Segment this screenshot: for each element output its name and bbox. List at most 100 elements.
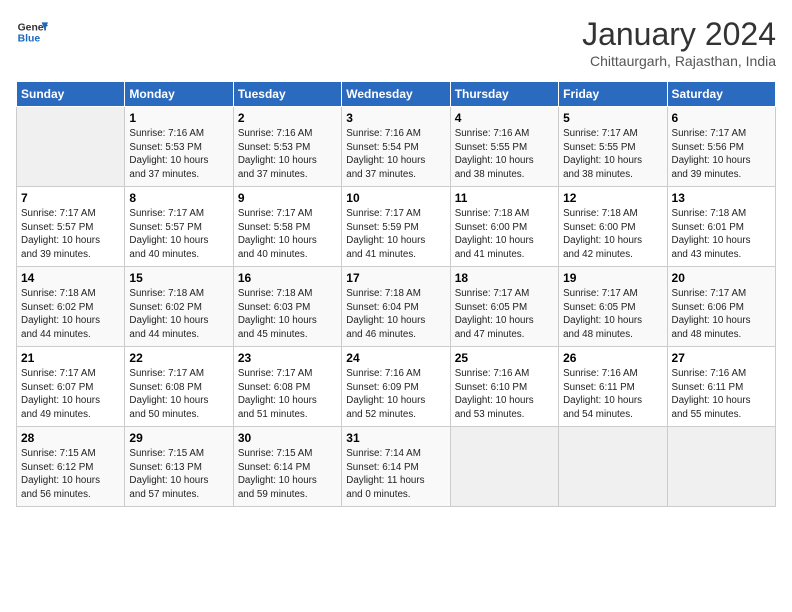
calendar-cell: 13 Sunrise: 7:18 AM Sunset: 6:01 PM Dayli… [667, 187, 775, 267]
day-info: Sunrise: 7:17 AM Sunset: 5:59 PM Dayligh… [346, 207, 445, 262]
day-info: Sunrise: 7:16 AM Sunset: 5:53 PM Dayligh… [238, 127, 337, 182]
day-number: 4 [455, 111, 554, 125]
day-info: Sunrise: 7:18 AM Sunset: 6:04 PM Dayligh… [346, 287, 445, 342]
calendar-cell: 19 Sunrise: 7:17 AM Sunset: 6:05 PM Dayli… [559, 267, 667, 347]
calendar-cell: 2Sunrise: 7:16 AM Sunset: 5:53 PM Daylig… [233, 107, 341, 187]
day-info: Sunrise: 7:17 AM Sunset: 6:08 PM Dayligh… [129, 367, 228, 422]
day-number: 8 [129, 191, 228, 205]
day-info: Sunrise: 7:16 AM Sunset: 6:10 PM Dayligh… [455, 367, 554, 422]
day-info: Sunrise: 7:18 AM Sunset: 6:03 PM Dayligh… [238, 287, 337, 342]
day-info: Sunrise: 7:18 AM Sunset: 6:00 PM Dayligh… [563, 207, 662, 262]
calendar-cell [17, 107, 125, 187]
weekday-header: Monday [125, 82, 233, 107]
weekday-header: Friday [559, 82, 667, 107]
day-number: 20 [672, 271, 771, 285]
calendar-cell: 27 Sunrise: 7:16 AM Sunset: 6:11 PM Dayli… [667, 347, 775, 427]
day-info: Sunrise: 7:16 AM Sunset: 5:55 PM Dayligh… [455, 127, 554, 182]
day-number: 22 [129, 351, 228, 365]
day-number: 31 [346, 431, 445, 445]
calendar-cell: 23 Sunrise: 7:17 AM Sunset: 6:08 PM Dayli… [233, 347, 341, 427]
day-info: Sunrise: 7:18 AM Sunset: 6:02 PM Dayligh… [129, 287, 228, 342]
logo-icon: General Blue [16, 16, 48, 48]
day-info: Sunrise: 7:17 AM Sunset: 6:07 PM Dayligh… [21, 367, 120, 422]
day-number: 21 [21, 351, 120, 365]
calendar-cell: 21 Sunrise: 7:17 AM Sunset: 6:07 PM Dayli… [17, 347, 125, 427]
day-number: 17 [346, 271, 445, 285]
day-number: 12 [563, 191, 662, 205]
calendar-cell: 29Sunrise: 7:15 AM Sunset: 6:13 PM Dayli… [125, 427, 233, 507]
calendar-cell: 11 Sunrise: 7:18 AM Sunset: 6:00 PM Dayli… [450, 187, 558, 267]
calendar-cell: 3 Sunrise: 7:16 AM Sunset: 5:54 PM Daylig… [342, 107, 450, 187]
month-title: January 2024 [582, 16, 776, 53]
day-number: 23 [238, 351, 337, 365]
day-info: Sunrise: 7:17 AM Sunset: 5:55 PM Dayligh… [563, 127, 662, 182]
weekday-header: Tuesday [233, 82, 341, 107]
calendar-cell: 28 Sunrise: 7:15 AM Sunset: 6:12 PM Dayli… [17, 427, 125, 507]
day-number: 16 [238, 271, 337, 285]
calendar-cell: 6Sunrise: 7:17 AM Sunset: 5:56 PM Daylig… [667, 107, 775, 187]
day-number: 15 [129, 271, 228, 285]
day-number: 10 [346, 191, 445, 205]
day-info: Sunrise: 7:17 AM Sunset: 6:08 PM Dayligh… [238, 367, 337, 422]
calendar-cell: 15 Sunrise: 7:18 AM Sunset: 6:02 PM Dayli… [125, 267, 233, 347]
day-info: Sunrise: 7:18 AM Sunset: 6:01 PM Dayligh… [672, 207, 771, 262]
day-info: Sunrise: 7:17 AM Sunset: 5:57 PM Dayligh… [21, 207, 120, 262]
calendar-cell: 14 Sunrise: 7:18 AM Sunset: 6:02 PM Dayli… [17, 267, 125, 347]
day-info: Sunrise: 7:18 AM Sunset: 6:02 PM Dayligh… [21, 287, 120, 342]
calendar-cell: 4 Sunrise: 7:16 AM Sunset: 5:55 PM Daylig… [450, 107, 558, 187]
day-info: Sunrise: 7:14 AM Sunset: 6:14 PM Dayligh… [346, 447, 445, 502]
svg-text:Blue: Blue [18, 34, 41, 45]
weekday-header: Thursday [450, 82, 558, 107]
calendar-cell [667, 427, 775, 507]
day-info: Sunrise: 7:17 AM Sunset: 6:05 PM Dayligh… [563, 287, 662, 342]
calendar-cell: 9Sunrise: 7:17 AM Sunset: 5:58 PM Daylig… [233, 187, 341, 267]
weekday-header: Sunday [17, 82, 125, 107]
calendar-cell: 7 Sunrise: 7:17 AM Sunset: 5:57 PM Daylig… [17, 187, 125, 267]
calendar-cell: 31 Sunrise: 7:14 AM Sunset: 6:14 PM Dayli… [342, 427, 450, 507]
calendar-cell: 18Sunrise: 7:17 AM Sunset: 6:05 PM Dayli… [450, 267, 558, 347]
day-number: 6 [672, 111, 771, 125]
day-number: 25 [455, 351, 554, 365]
day-number: 7 [21, 191, 120, 205]
day-info: Sunrise: 7:17 AM Sunset: 6:05 PM Dayligh… [455, 287, 554, 342]
day-number: 28 [21, 431, 120, 445]
day-number: 27 [672, 351, 771, 365]
calendar-cell: 16 Sunrise: 7:18 AM Sunset: 6:03 PM Dayli… [233, 267, 341, 347]
day-info: Sunrise: 7:15 AM Sunset: 6:12 PM Dayligh… [21, 447, 120, 502]
day-number: 26 [563, 351, 662, 365]
calendar-cell: 30Sunrise: 7:15 AM Sunset: 6:14 PM Dayli… [233, 427, 341, 507]
calendar-cell: 24Sunrise: 7:16 AM Sunset: 6:09 PM Dayli… [342, 347, 450, 427]
calendar-cell: 8 Sunrise: 7:17 AM Sunset: 5:57 PM Daylig… [125, 187, 233, 267]
day-info: Sunrise: 7:18 AM Sunset: 6:00 PM Dayligh… [455, 207, 554, 262]
day-number: 9 [238, 191, 337, 205]
day-info: Sunrise: 7:16 AM Sunset: 6:09 PM Dayligh… [346, 367, 445, 422]
day-number: 3 [346, 111, 445, 125]
calendar-cell: 26 Sunrise: 7:16 AM Sunset: 6:11 PM Dayli… [559, 347, 667, 427]
day-info: Sunrise: 7:17 AM Sunset: 5:57 PM Dayligh… [129, 207, 228, 262]
day-info: Sunrise: 7:16 AM Sunset: 5:53 PM Dayligh… [129, 127, 228, 182]
day-number: 30 [238, 431, 337, 445]
day-info: Sunrise: 7:16 AM Sunset: 5:54 PM Dayligh… [346, 127, 445, 182]
day-info: Sunrise: 7:17 AM Sunset: 6:06 PM Dayligh… [672, 287, 771, 342]
logo: General Blue [16, 16, 48, 48]
page-header: General Blue January 2024 Chittaurgarh, … [16, 16, 776, 69]
calendar-cell: 25 Sunrise: 7:16 AM Sunset: 6:10 PM Dayli… [450, 347, 558, 427]
calendar-cell [450, 427, 558, 507]
day-number: 14 [21, 271, 120, 285]
day-number: 13 [672, 191, 771, 205]
title-block: January 2024 Chittaurgarh, Rajasthan, In… [582, 16, 776, 69]
day-info: Sunrise: 7:16 AM Sunset: 6:11 PM Dayligh… [563, 367, 662, 422]
calendar-cell: 10 Sunrise: 7:17 AM Sunset: 5:59 PM Dayli… [342, 187, 450, 267]
day-number: 5 [563, 111, 662, 125]
day-info: Sunrise: 7:16 AM Sunset: 6:11 PM Dayligh… [672, 367, 771, 422]
day-number: 11 [455, 191, 554, 205]
calendar-cell: 22 Sunrise: 7:17 AM Sunset: 6:08 PM Dayli… [125, 347, 233, 427]
calendar-cell: 5 Sunrise: 7:17 AM Sunset: 5:55 PM Daylig… [559, 107, 667, 187]
day-number: 19 [563, 271, 662, 285]
day-info: Sunrise: 7:15 AM Sunset: 6:13 PM Dayligh… [129, 447, 228, 502]
calendar-cell: 17 Sunrise: 7:18 AM Sunset: 6:04 PM Dayli… [342, 267, 450, 347]
location-subtitle: Chittaurgarh, Rajasthan, India [582, 53, 776, 69]
day-number: 1 [129, 111, 228, 125]
calendar-cell: 12 Sunrise: 7:18 AM Sunset: 6:00 PM Dayli… [559, 187, 667, 267]
calendar-table: SundayMondayTuesdayWednesdayThursdayFrid… [16, 81, 776, 507]
